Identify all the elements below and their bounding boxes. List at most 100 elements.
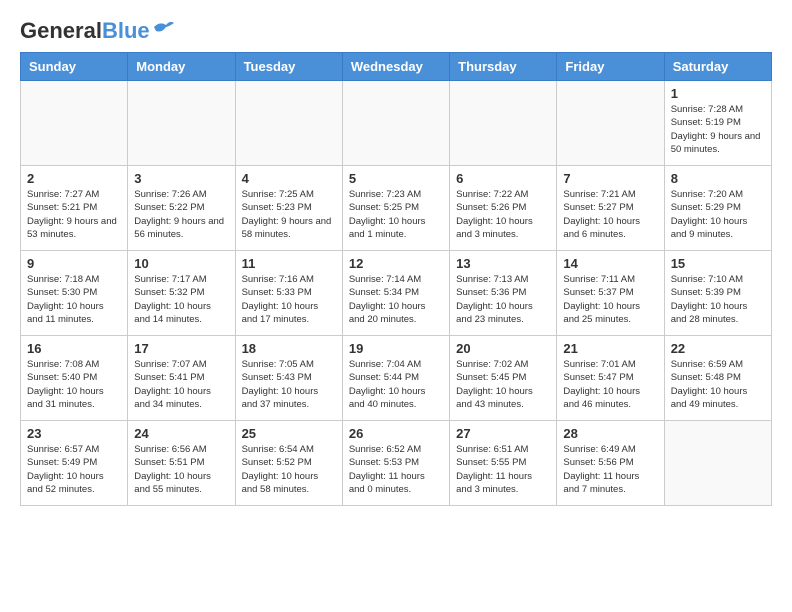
day-info: Sunrise: 7:16 AM Sunset: 5:33 PM Dayligh…: [242, 273, 336, 326]
calendar-cell: 20 Sunrise: 7:02 AM Sunset: 5:45 PM Dayli…: [450, 336, 557, 421]
day-number: 16: [27, 341, 121, 356]
calendar-cell: 26 Sunrise: 6:52 AM Sunset: 5:53 PM Dayli…: [342, 421, 449, 506]
calendar-cell: 4 Sunrise: 7:25 AM Sunset: 5:23 PM Daylig…: [235, 166, 342, 251]
col-saturday: Saturday: [664, 53, 771, 81]
calendar-cell: [664, 421, 771, 506]
col-sunday: Sunday: [21, 53, 128, 81]
day-number: 13: [456, 256, 550, 271]
day-number: 1: [671, 86, 765, 101]
day-info: Sunrise: 7:26 AM Sunset: 5:22 PM Dayligh…: [134, 188, 228, 241]
calendar-cell: 27Sunrise: 6:51 AM Sunset: 5:55 PM Dayli…: [450, 421, 557, 506]
day-info: Sunrise: 7:27 AM Sunset: 5:21 PM Dayligh…: [27, 188, 121, 241]
day-info: Sunrise: 6:49 AM Sunset: 5:56 PM Dayligh…: [563, 443, 657, 496]
day-number: 27: [456, 426, 550, 441]
calendar-cell: 12 Sunrise: 7:14 AM Sunset: 5:34 PM Dayli…: [342, 251, 449, 336]
day-number: 22: [671, 341, 765, 356]
day-number: 3: [134, 171, 228, 186]
logo-text: GeneralBlue: [20, 20, 150, 42]
calendar-cell: [450, 81, 557, 166]
calendar-cell: 14 Sunrise: 7:11 AM Sunset: 5:37 PM Dayli…: [557, 251, 664, 336]
day-number: 17: [134, 341, 228, 356]
day-number: 21: [563, 341, 657, 356]
day-number: 12: [349, 256, 443, 271]
calendar-cell: 3 Sunrise: 7:26 AM Sunset: 5:22 PM Daylig…: [128, 166, 235, 251]
calendar-cell: 15 Sunrise: 7:10 AM Sunset: 5:39 PM Dayli…: [664, 251, 771, 336]
col-thursday: Thursday: [450, 53, 557, 81]
day-number: 7: [563, 171, 657, 186]
calendar-cell: 25 Sunrise: 6:54 AM Sunset: 5:52 PM Dayli…: [235, 421, 342, 506]
calendar-cell: 11 Sunrise: 7:16 AM Sunset: 5:33 PM Dayli…: [235, 251, 342, 336]
calendar-cell: [235, 81, 342, 166]
day-info: Sunrise: 7:18 AM Sunset: 5:30 PM Dayligh…: [27, 273, 121, 326]
calendar-cell: 13 Sunrise: 7:13 AM Sunset: 5:36 PM Dayli…: [450, 251, 557, 336]
week-row-5: 23 Sunrise: 6:57 AM Sunset: 5:49 PM Dayli…: [21, 421, 772, 506]
day-info: Sunrise: 7:25 AM Sunset: 5:23 PM Dayligh…: [242, 188, 336, 241]
calendar-cell: 24 Sunrise: 6:56 AM Sunset: 5:51 PM Dayli…: [128, 421, 235, 506]
day-number: 28: [563, 426, 657, 441]
day-info: Sunrise: 6:59 AM Sunset: 5:48 PM Dayligh…: [671, 358, 765, 411]
day-number: 20: [456, 341, 550, 356]
calendar-cell: 19 Sunrise: 7:04 AM Sunset: 5:44 PM Dayli…: [342, 336, 449, 421]
day-info: Sunrise: 7:08 AM Sunset: 5:40 PM Dayligh…: [27, 358, 121, 411]
calendar-table: Sunday Monday Tuesday Wednesday Thursday…: [20, 52, 772, 506]
week-row-4: 16 Sunrise: 7:08 AM Sunset: 5:40 PM Dayli…: [21, 336, 772, 421]
day-number: 6: [456, 171, 550, 186]
day-info: Sunrise: 7:23 AM Sunset: 5:25 PM Dayligh…: [349, 188, 443, 241]
day-info: Sunrise: 7:17 AM Sunset: 5:32 PM Dayligh…: [134, 273, 228, 326]
day-number: 19: [349, 341, 443, 356]
calendar-cell: 28 Sunrise: 6:49 AM Sunset: 5:56 PM Dayli…: [557, 421, 664, 506]
col-friday: Friday: [557, 53, 664, 81]
day-info: Sunrise: 6:52 AM Sunset: 5:53 PM Dayligh…: [349, 443, 443, 496]
calendar-cell: 22 Sunrise: 6:59 AM Sunset: 5:48 PM Dayli…: [664, 336, 771, 421]
calendar-cell: 23 Sunrise: 6:57 AM Sunset: 5:49 PM Dayli…: [21, 421, 128, 506]
day-number: 14: [563, 256, 657, 271]
day-info: Sunrise: 7:13 AM Sunset: 5:36 PM Dayligh…: [456, 273, 550, 326]
calendar-header-row: Sunday Monday Tuesday Wednesday Thursday…: [21, 53, 772, 81]
col-monday: Monday: [128, 53, 235, 81]
logo: GeneralBlue: [20, 20, 174, 42]
day-number: 8: [671, 171, 765, 186]
week-row-2: 2 Sunrise: 7:27 AM Sunset: 5:21 PM Daylig…: [21, 166, 772, 251]
day-info: Sunrise: 7:20 AM Sunset: 5:29 PM Dayligh…: [671, 188, 765, 241]
day-number: 18: [242, 341, 336, 356]
calendar-cell: 16 Sunrise: 7:08 AM Sunset: 5:40 PM Dayli…: [21, 336, 128, 421]
calendar-cell: 8 Sunrise: 7:20 AM Sunset: 5:29 PM Daylig…: [664, 166, 771, 251]
calendar-cell: 10 Sunrise: 7:17 AM Sunset: 5:32 PM Dayli…: [128, 251, 235, 336]
calendar-cell: 9 Sunrise: 7:18 AM Sunset: 5:30 PM Daylig…: [21, 251, 128, 336]
day-info: Sunrise: 7:02 AM Sunset: 5:45 PM Dayligh…: [456, 358, 550, 411]
day-info: Sunrise: 7:11 AM Sunset: 5:37 PM Dayligh…: [563, 273, 657, 326]
day-number: 9: [27, 256, 121, 271]
page-header: GeneralBlue: [20, 20, 772, 42]
day-number: 11: [242, 256, 336, 271]
day-number: 2: [27, 171, 121, 186]
calendar-cell: 18Sunrise: 7:05 AM Sunset: 5:43 PM Dayli…: [235, 336, 342, 421]
calendar-cell: 6Sunrise: 7:22 AM Sunset: 5:26 PM Daylig…: [450, 166, 557, 251]
day-info: Sunrise: 7:04 AM Sunset: 5:44 PM Dayligh…: [349, 358, 443, 411]
day-number: 15: [671, 256, 765, 271]
calendar-cell: 17 Sunrise: 7:07 AM Sunset: 5:41 PM Dayli…: [128, 336, 235, 421]
calendar-cell: 2 Sunrise: 7:27 AM Sunset: 5:21 PM Daylig…: [21, 166, 128, 251]
day-number: 25: [242, 426, 336, 441]
day-info: Sunrise: 6:54 AM Sunset: 5:52 PM Dayligh…: [242, 443, 336, 496]
calendar-cell: [21, 81, 128, 166]
day-number: 5: [349, 171, 443, 186]
calendar-cell: 5 Sunrise: 7:23 AM Sunset: 5:25 PM Daylig…: [342, 166, 449, 251]
day-info: Sunrise: 7:01 AM Sunset: 5:47 PM Dayligh…: [563, 358, 657, 411]
day-number: 4: [242, 171, 336, 186]
day-info: Sunrise: 6:57 AM Sunset: 5:49 PM Dayligh…: [27, 443, 121, 496]
day-info: Sunrise: 7:10 AM Sunset: 5:39 PM Dayligh…: [671, 273, 765, 326]
day-number: 23: [27, 426, 121, 441]
day-info: Sunrise: 7:14 AM Sunset: 5:34 PM Dayligh…: [349, 273, 443, 326]
day-info: Sunrise: 6:56 AM Sunset: 5:51 PM Dayligh…: [134, 443, 228, 496]
calendar-cell: [557, 81, 664, 166]
calendar-cell: [128, 81, 235, 166]
day-number: 10: [134, 256, 228, 271]
week-row-1: 1 Sunrise: 7:28 AM Sunset: 5:19 PM Daylig…: [21, 81, 772, 166]
calendar-cell: [342, 81, 449, 166]
day-number: 24: [134, 426, 228, 441]
day-number: 26: [349, 426, 443, 441]
day-info: Sunrise: 7:28 AM Sunset: 5:19 PM Dayligh…: [671, 103, 765, 156]
calendar-cell: 21 Sunrise: 7:01 AM Sunset: 5:47 PM Dayli…: [557, 336, 664, 421]
day-info: Sunrise: 7:07 AM Sunset: 5:41 PM Dayligh…: [134, 358, 228, 411]
calendar-cell: 7Sunrise: 7:21 AM Sunset: 5:27 PM Daylig…: [557, 166, 664, 251]
